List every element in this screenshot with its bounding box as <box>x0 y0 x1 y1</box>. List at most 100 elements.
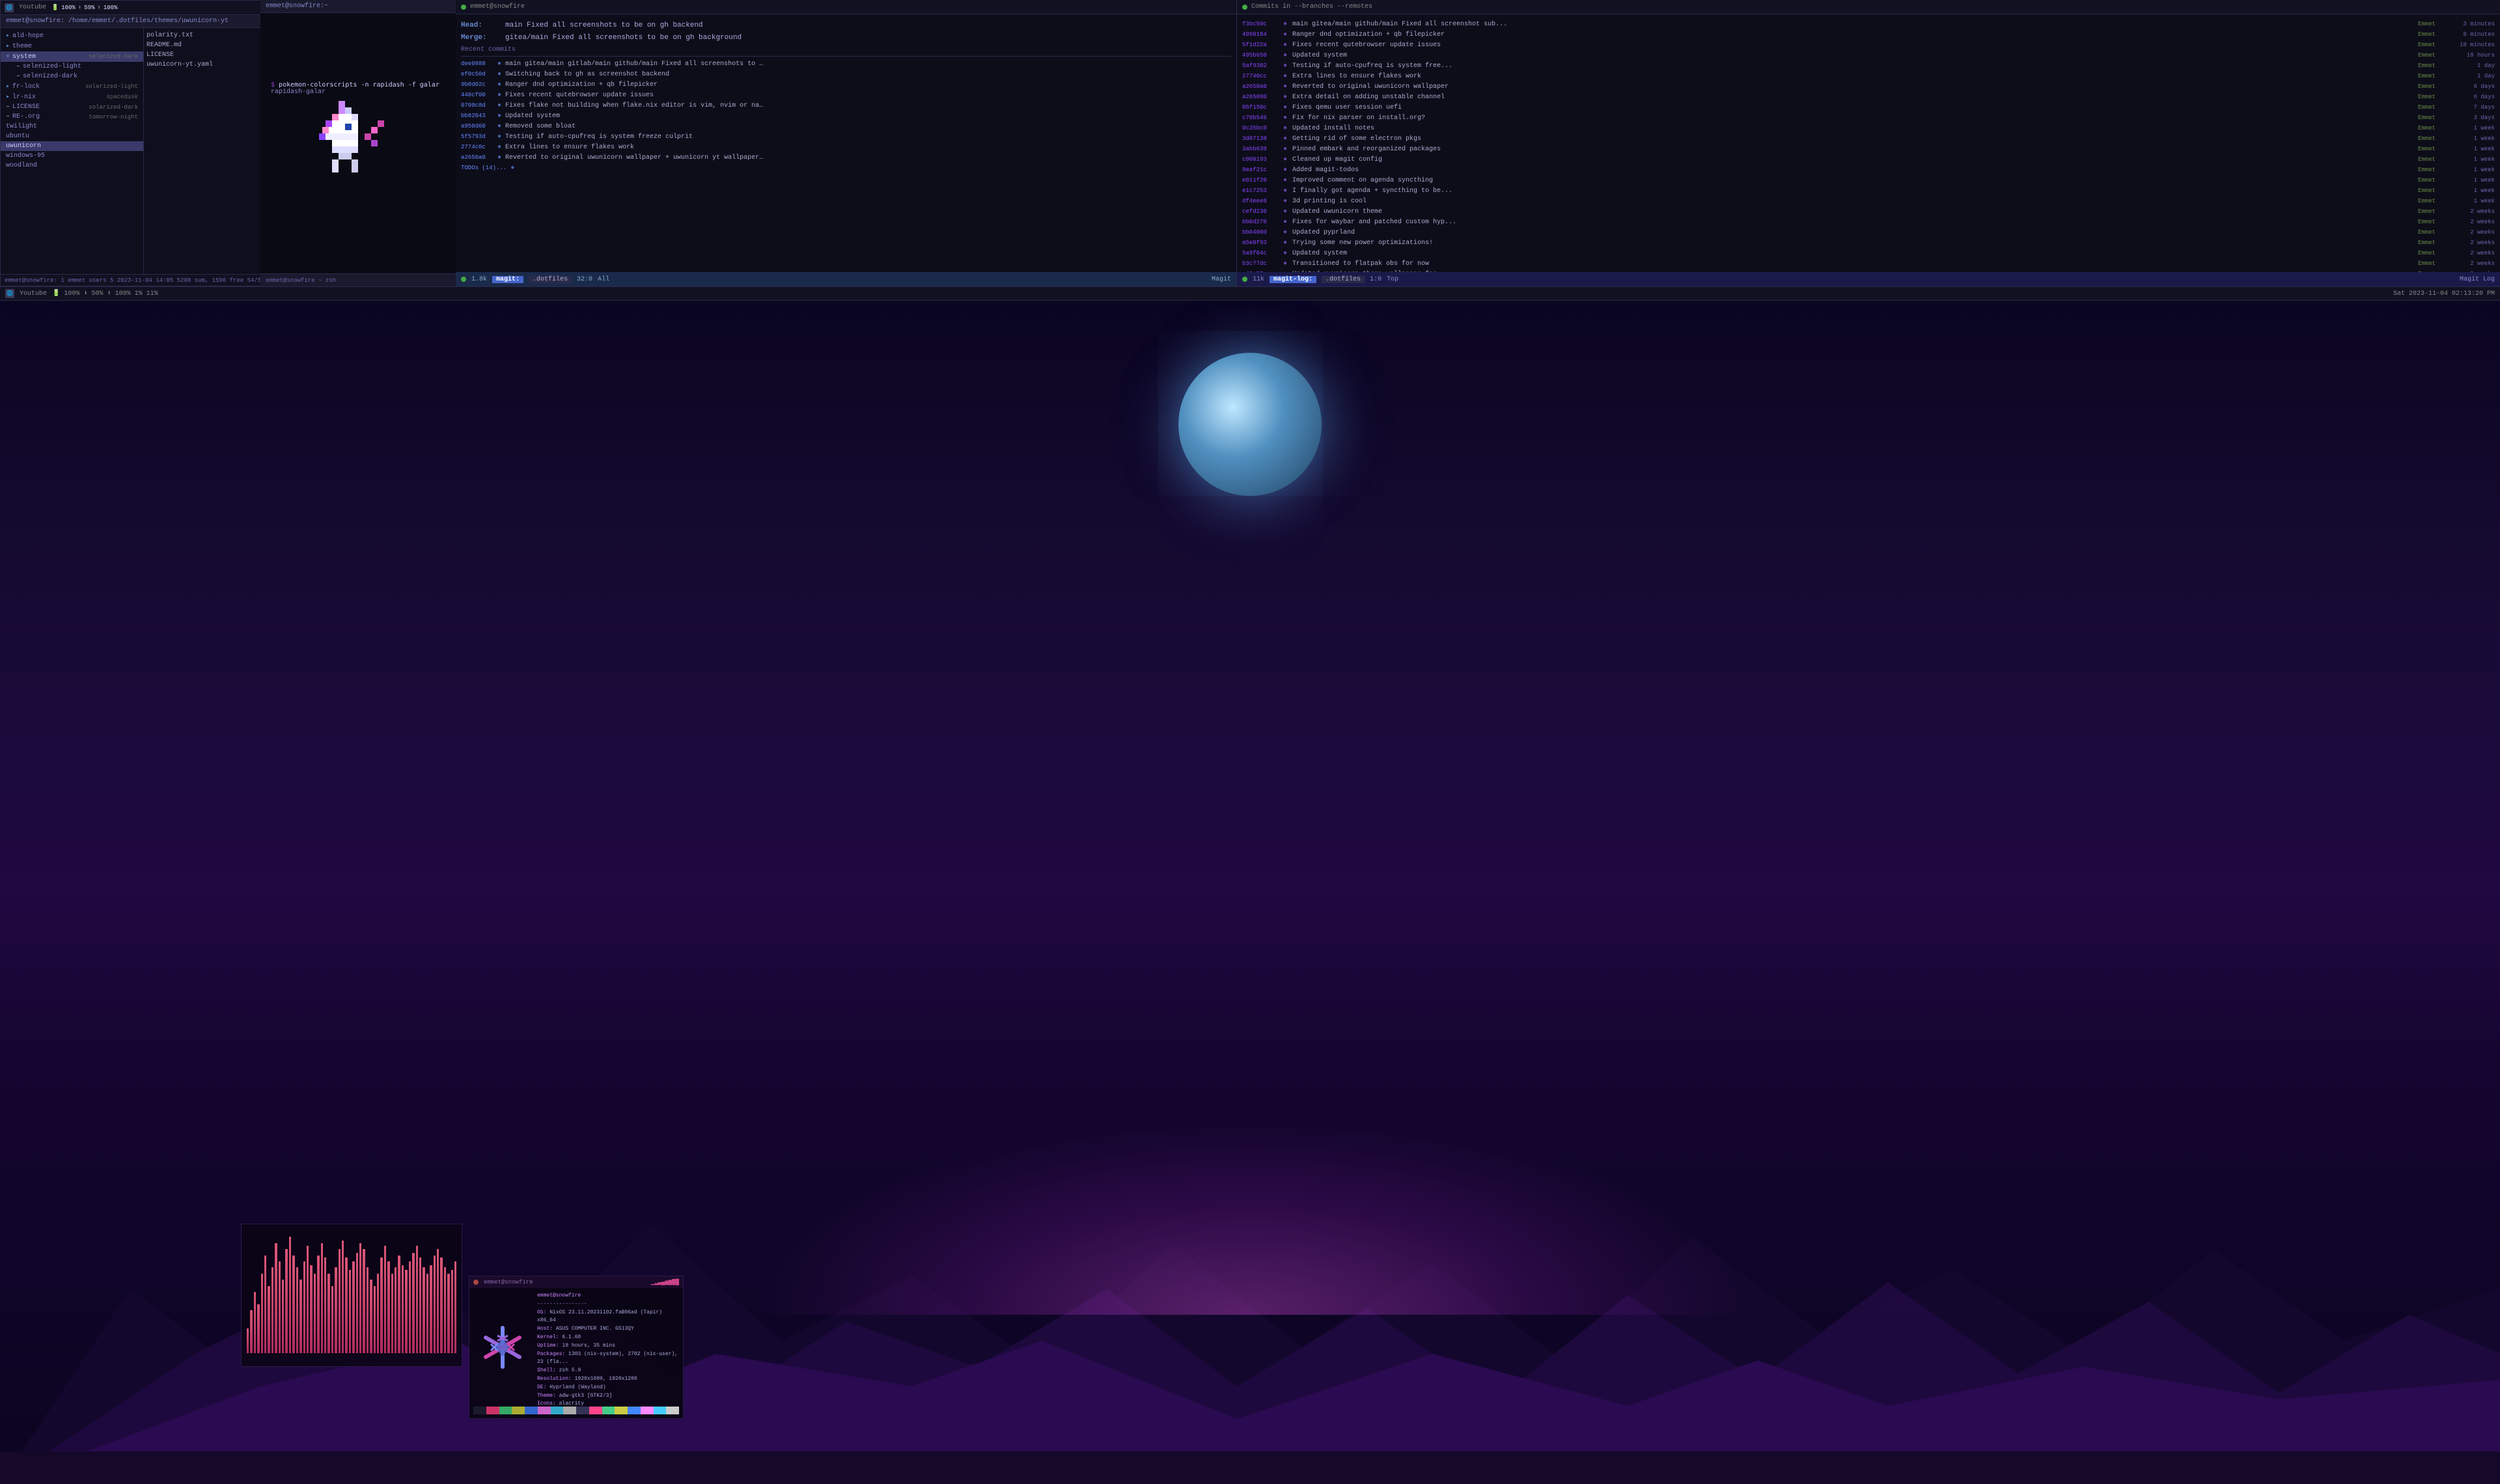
table-row[interactable]: 4990184 ● Ranger dnd optimization + qb f… <box>1242 30 2495 40</box>
color-swatch <box>538 1407 551 1414</box>
table-row[interactable]: e011f20 ● Improved comment on agenda syn… <box>1242 176 2495 186</box>
cpu2-label: ⬆ <box>97 5 100 11</box>
audio-bar <box>327 1274 329 1353</box>
terminal-body: $ pokemon-colorscripts -n rapidash -f ga… <box>260 13 456 273</box>
table-row[interactable]: 5f5793d ● Testing if auto-cpufreq is sys… <box>461 132 1231 143</box>
log-branch: .dotfiles <box>1322 276 1365 283</box>
table-row[interactable]: c000193 ● Cleaned up magit config Emmet … <box>1242 155 2495 165</box>
magit-branch: .dotfiles <box>529 276 572 283</box>
table-row[interactable]: 9b0d02c ● Ranger dnd optimization + qb f… <box>461 80 1231 90</box>
table-row[interactable]: 5af9302 ● Testing if auto-cpufreq is sys… <box>1242 61 2495 72</box>
table-row[interactable]: cefd230 ● Updated uwunicorn theme Emmet … <box>1242 207 2495 217</box>
audio-bar <box>289 1237 291 1353</box>
table-row[interactable]: a5e0f93 ● Trying some new power optimiza… <box>1242 238 2495 249</box>
audio-bar <box>279 1261 281 1353</box>
neofetch-dot <box>473 1280 479 1285</box>
git-log-topbar: Commits in --branches --remotes <box>1237 0 2500 14</box>
list-item[interactable]: uwunicorn <box>1 141 143 151</box>
table-row[interactable]: a265080 ● Extra detail on adding unstabl… <box>1242 92 2495 103</box>
terminal-topbar: emmet@snowfire:~ <box>260 0 456 13</box>
audio-bar <box>352 1261 354 1353</box>
list-item[interactable]: – selenized-light <box>1 62 143 72</box>
audio-bar <box>430 1265 432 1353</box>
neofetch-line: DE: Hyprland (Wayland) <box>537 1384 679 1392</box>
list-item[interactable]: ubuntu <box>1 131 143 141</box>
table-row[interactable]: 3d07138 ● Getting rid of some electron p… <box>1242 134 2495 144</box>
table-row[interactable]: 2774c0c ● Extra lines to ensure flakes w… <box>461 143 1231 153</box>
audio-bar <box>440 1257 442 1353</box>
audio-bar <box>324 1257 326 1353</box>
list-item[interactable]: – LICENSE solarized-dark <box>1 102 143 112</box>
table-row[interactable]: a950d60 ● Removed some bloat <box>461 122 1231 132</box>
table-row[interactable]: 495b650 ● Updated system Emmet 18 hours <box>1242 51 2495 61</box>
list-item[interactable]: twilight <box>1 122 143 131</box>
neofetch-line: Host: ASUS COMPUTER INC. G513QY <box>537 1325 679 1334</box>
file-tree-left[interactable]: ▸ ald-hope ▸ theme ▾ system selenized-da… <box>1 28 144 274</box>
color-swatch <box>512 1407 525 1414</box>
list-item[interactable]: ▸ theme <box>1 41 143 51</box>
list-item[interactable]: – selenized-dark <box>1 72 143 81</box>
neofetch-line: Uptime: 19 hours, 35 mins <box>537 1342 679 1351</box>
table-row[interactable]: df4eee8 ● 3d printing is cool Emmet 1 we… <box>1242 197 2495 207</box>
table-row[interactable]: 3abb639 ● Pinned embark and reorganized … <box>1242 144 2495 155</box>
table-row[interactable]: 0700c8d ● Fixes flake not building when … <box>461 101 1231 111</box>
list-item[interactable]: ▸ lr-nix spacedusk <box>1 92 143 102</box>
table-row[interactable]: dee0888 ● main gitea/main gitlab/main gi… <box>461 59 1231 70</box>
table-row[interactable]: e1c7253 ● I finally got agenda + syncthi… <box>1242 186 2495 197</box>
table-row[interactable]: 05f150c ● Fixes qemu user session uefi E… <box>1242 103 2495 113</box>
audio-bar <box>310 1265 312 1353</box>
audio-bar <box>268 1286 270 1353</box>
table-row[interactable]: f3bc50c ● main gitea/main github/main Fi… <box>1242 20 2495 30</box>
audio-bar <box>282 1280 284 1353</box>
audio-bar <box>250 1310 252 1353</box>
mountain-glow <box>750 1120 1750 1315</box>
color-swatch <box>576 1407 589 1414</box>
table-row[interactable]: 9eaf21c ● Added magit-todos Emmet 1 week <box>1242 165 2495 176</box>
color-swatch <box>473 1407 486 1414</box>
table-row[interactable]: bb82043 ● Updated system <box>461 111 1231 122</box>
git-log-statusbar: 11k magit-log: .dotfiles 1:0 Top Magit L… <box>1237 272 2500 286</box>
color-swatch <box>551 1407 564 1414</box>
color-swatch <box>615 1407 628 1414</box>
term-status: emmet@snowfire ~ zsh <box>266 277 336 284</box>
list-item[interactable]: ▾ system selenized-dark <box>1 51 143 62</box>
app-icon: 🌐 <box>5 3 14 12</box>
git-merge: gitea/main Fixed all screenshots to be o… <box>505 32 742 44</box>
statusbar-text: emmet@snowfire: 1 emmet users 5 2023-11-… <box>5 277 279 284</box>
list-item[interactable]: ▸ fr-lock solarized-light <box>1 81 143 92</box>
audio-viz-panel <box>241 1224 462 1367</box>
table-row[interactable]: 27740cc ● Extra lines to ensure flakes w… <box>1242 72 2495 82</box>
audio-bar <box>384 1246 386 1353</box>
list-item[interactable]: windows-95 <box>1 151 143 161</box>
table-row[interactable]: TODOs (14)... ● <box>461 163 1231 174</box>
bottom-taskbar: 🌐 Youtube 🔋 100% ⬇ 50% ⬆ 100% 1% 11% Sat… <box>0 286 2500 301</box>
audio-bars <box>242 1224 462 1366</box>
table-row[interactable]: a2650a0 ● Reverted to original uwunicorn… <box>461 153 1231 163</box>
magit-count: 1.8k <box>471 276 487 283</box>
neofetch-content: emmet@snowfire----------------OS: NixOS … <box>469 1288 683 1407</box>
table-row[interactable]: a2650a0 ● Reverted to original uwunicorn… <box>1242 82 2495 92</box>
table-row[interactable]: 5f1d22a ● Fixes recent qutebrowser updat… <box>1242 40 2495 51</box>
table-row[interactable]: ef0c50d ● Switching back to gh as screen… <box>461 70 1231 80</box>
list-item[interactable]: – RE-.org tomorrow-night <box>1 112 143 122</box>
audio-bar <box>409 1261 411 1353</box>
table-row[interactable]: 0c35bc0 ● Updated install notes Emmet 1 … <box>1242 124 2495 134</box>
list-item[interactable]: ▸ ald-hope <box>1 31 143 41</box>
cmd-text: pokemon-colorscripts -n rapidash -f gala… <box>279 81 439 89</box>
neofetch-panel: emmet@snowfire ▁▂▃▄▅▆▇█ <box>469 1276 684 1419</box>
list-item[interactable]: woodland <box>1 161 143 171</box>
git-log-panel: Commits in --branches --remotes f3bc50c … <box>1237 0 2500 286</box>
table-row[interactable]: 440cf00 ● Fixes recent qutebrowser updat… <box>461 90 1231 101</box>
terminal-content: $ pokemon-colorscripts -n rapidash -f ga… <box>266 76 451 210</box>
table-row[interactable]: 5a9f04c ● Updated system Emmet 2 weeks <box>1242 249 2495 259</box>
table-row[interactable]: bb0400d ● Updated pyprland Emmet 2 weeks <box>1242 228 2495 238</box>
table-row[interactable]: bb0d270 ● Fixes for waybar and patched c… <box>1242 217 2495 228</box>
git-statusbar: 1.8k magit: .dotfiles 32:0 All Magit <box>456 272 1236 286</box>
color-swatch <box>654 1407 667 1414</box>
audio-bar <box>345 1257 347 1353</box>
audio-bar <box>285 1249 287 1353</box>
table-row[interactable]: b3c77dc ● Transitioned to flatpak obs fo… <box>1242 259 2495 269</box>
table-row[interactable]: c70b546 ● Fix for nix parser on install.… <box>1242 113 2495 124</box>
audio-bar <box>367 1267 368 1353</box>
color-swatch <box>666 1407 679 1414</box>
